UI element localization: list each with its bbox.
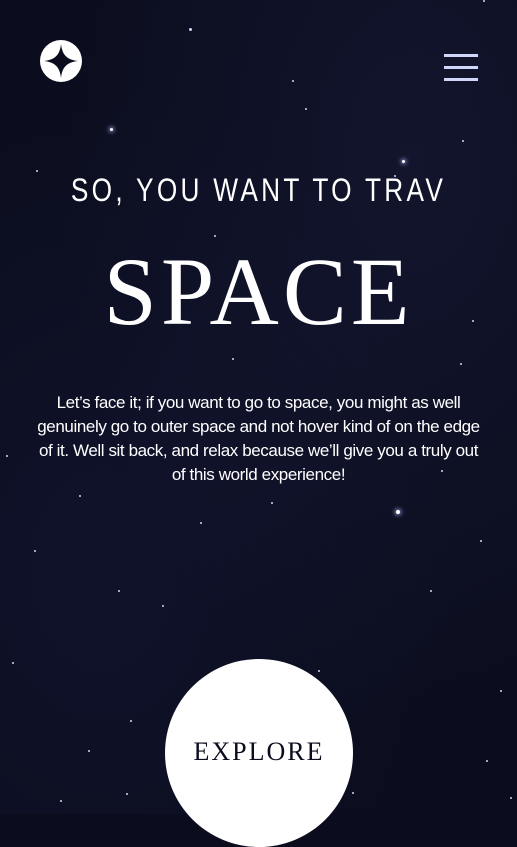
- page-title: SPACE: [103, 238, 414, 345]
- star-logo-icon: [44, 44, 78, 78]
- menu-line: [444, 78, 478, 81]
- explore-button-label: EXPLORE: [193, 737, 325, 766]
- hero-eyebrow: SO, YOU WANT TO TRAV: [70, 172, 447, 208]
- hero-description: Let’s face it; if you want to go to spac…: [37, 393, 480, 484]
- explore-button[interactable]: EXPLORE: [165, 659, 353, 847]
- logo[interactable]: [40, 40, 82, 82]
- menu-line: [444, 66, 478, 69]
- menu-line: [444, 54, 478, 57]
- hamburger-menu-icon[interactable]: [444, 54, 478, 81]
